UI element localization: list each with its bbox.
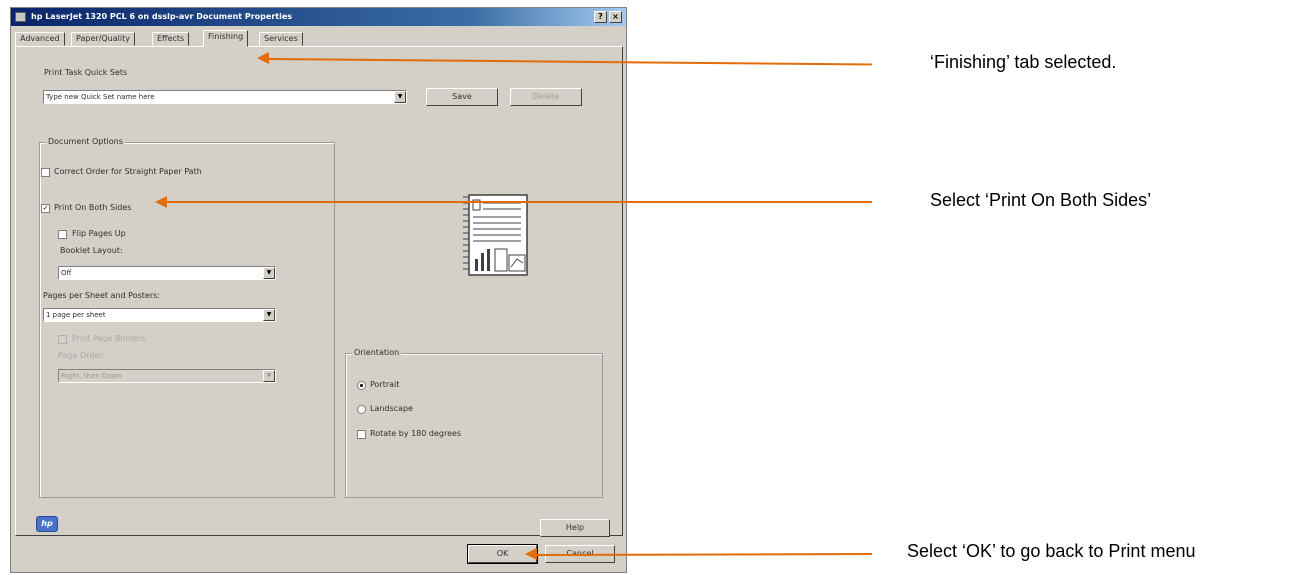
orientation-group: Orientation — [345, 348, 603, 498]
tab-advanced[interactable]: Advanced — [15, 32, 65, 46]
document-options-label: Document Options — [46, 137, 125, 146]
help-button[interactable]: Help — [540, 519, 610, 537]
chevron-down-icon[interactable]: ▼ — [263, 267, 275, 279]
document-properties-dialog: hp LaserJet 1320 PCL 6 on dsslp-avr Docu… — [10, 7, 627, 573]
ok-annotation: Select ‘OK’ to go back to Print menu — [907, 541, 1196, 561]
print-page-borders-label[interactable]: Print Page Borders — [72, 334, 146, 343]
ok-arrow-head — [525, 548, 537, 560]
delete-button[interactable]: Delete — [510, 88, 582, 106]
window-title: hp LaserJet 1320 PCL 6 on dsslp-avr Docu… — [31, 12, 293, 21]
tab-paper-quality[interactable]: Paper/Quality — [71, 32, 135, 46]
landscape-radio[interactable] — [357, 405, 366, 414]
pages-per-sheet-label: Pages per Sheet and Posters: — [43, 291, 160, 300]
page-order-combo[interactable]: Right, then Down ▼ — [58, 369, 276, 383]
print-both-sides-label[interactable]: Print On Both Sides — [54, 203, 131, 212]
chevron-down-icon[interactable]: ▼ — [263, 309, 275, 321]
booklet-layout-value: Off — [61, 269, 72, 277]
orientation-label: Orientation — [352, 348, 402, 357]
quick-set-combo[interactable]: Type new Quick Set name here ▼ — [43, 90, 407, 104]
pages-per-sheet-combo[interactable]: 1 page per sheet ▼ — [43, 308, 276, 322]
ok-arrow-line — [535, 553, 873, 556]
pages-per-sheet-value: 1 page per sheet — [46, 311, 106, 319]
finishing-tab-panel: Print Task Quick Sets Type new Quick Set… — [15, 46, 623, 537]
page-order-label: Page Order: — [58, 351, 106, 360]
portrait-label[interactable]: Portrait — [370, 380, 399, 389]
finishing-annotation: ‘Finishing’ tab selected. — [930, 52, 1117, 72]
printer-icon — [15, 12, 26, 22]
title-bar[interactable]: hp LaserJet 1320 PCL 6 on dsslp-avr Docu… — [11, 8, 626, 26]
correct-order-checkbox[interactable] — [41, 168, 50, 177]
booklet-layout-label: Booklet Layout: — [60, 246, 123, 255]
page-order-value: Right, then Down — [61, 372, 122, 380]
close-button[interactable]: × — [609, 11, 622, 23]
booklet-layout-combo[interactable]: Off ▼ — [58, 266, 276, 280]
both-sides-annotation: Select ‘Print On Both Sides’ — [930, 190, 1152, 210]
print-both-sides-checkbox[interactable]: ✓ — [41, 204, 50, 213]
correct-order-label[interactable]: Correct Order for Straight Paper Path — [54, 167, 202, 176]
rotate-180-label[interactable]: Rotate by 180 degrees — [370, 429, 461, 438]
rotate-180-checkbox[interactable] — [357, 430, 366, 439]
quick-sets-group: Print Task Quick Sets — [39, 68, 613, 142]
finishing-arrow-head — [257, 52, 269, 64]
chevron-down-icon[interactable]: ▼ — [263, 370, 275, 382]
hp-logo: hp — [36, 516, 58, 532]
both-sides-arrow-line — [166, 201, 872, 203]
quick-sets-label: Print Task Quick Sets — [44, 68, 128, 77]
landscape-label[interactable]: Landscape — [370, 404, 413, 413]
help-title-button[interactable]: ? — [594, 11, 607, 23]
print-page-borders-checkbox[interactable] — [58, 335, 67, 344]
flip-pages-label[interactable]: Flip Pages Up — [72, 229, 126, 238]
tab-services[interactable]: Services — [259, 32, 303, 46]
flip-pages-checkbox[interactable] — [58, 230, 67, 239]
page-preview-icon — [463, 194, 528, 276]
chevron-down-icon[interactable]: ▼ — [394, 91, 406, 103]
both-sides-arrow-head — [155, 196, 167, 208]
tab-finishing[interactable]: Finishing — [203, 30, 249, 47]
tab-effects[interactable]: Effects — [152, 32, 190, 46]
save-button[interactable]: Save — [426, 88, 498, 106]
portrait-radio[interactable] — [357, 381, 366, 390]
quick-set-value: Type new Quick Set name here — [46, 93, 155, 101]
